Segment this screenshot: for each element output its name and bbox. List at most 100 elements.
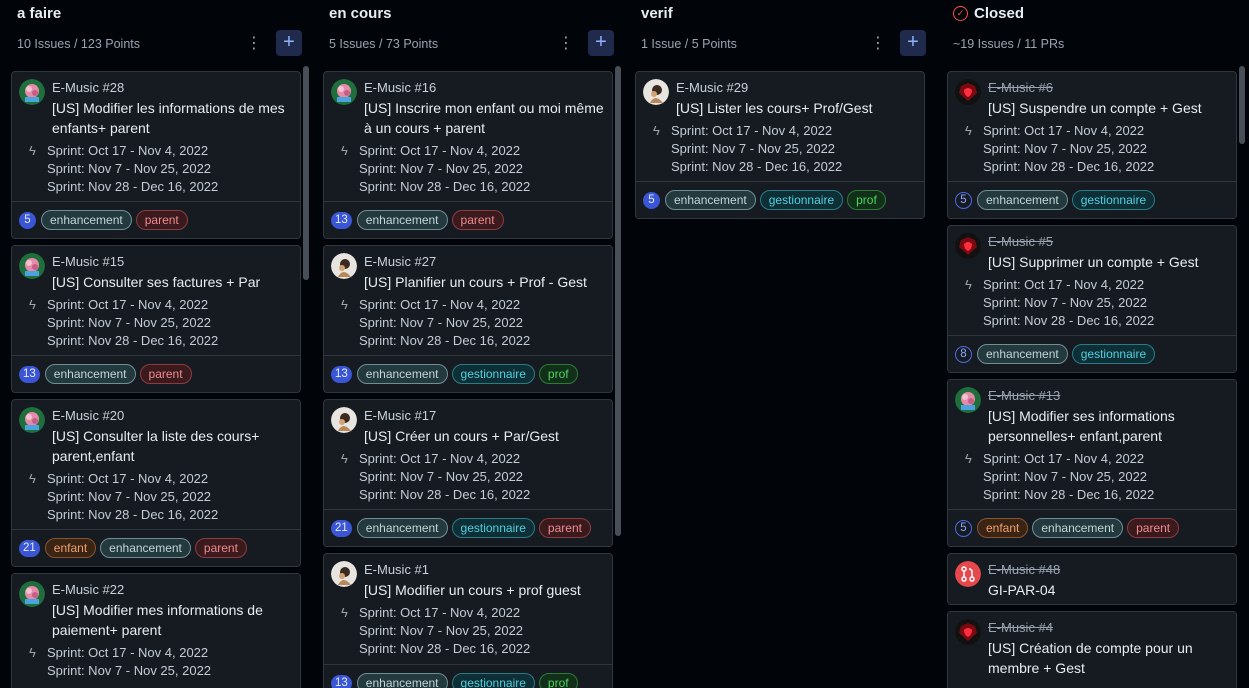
issue-repo-number[interactable]: E-Music #29 — [676, 80, 748, 95]
issue-repo-number[interactable]: E-Music #17 — [364, 408, 436, 423]
label-prof[interactable]: prof — [538, 673, 578, 688]
issue-title[interactable]: [US] Modifier un cours + prof guest — [364, 580, 612, 600]
issue-title[interactable]: [US] Créer un cours + Par/Gest — [364, 426, 612, 446]
issue-title[interactable]: [US] Supprimer un compte + Gest — [988, 252, 1236, 272]
label-parent[interactable]: parent — [135, 210, 188, 230]
issue-title[interactable]: [US] Suspendre un compte + Gest — [988, 98, 1236, 118]
issue-card[interactable]: E-Music #29 [US] Lister les cours+ Prof/… — [635, 71, 925, 219]
label-enhancement[interactable]: enhancement — [356, 210, 448, 230]
issue-card[interactable]: E-Music #16 [US] Inscrire mon enfant ou … — [323, 71, 613, 239]
issue-card[interactable]: E-Music #27 [US] Planifier un cours + Pr… — [323, 245, 613, 393]
label-enhancement[interactable]: enhancement — [356, 518, 448, 538]
label-enhancement[interactable]: enhancement — [1032, 518, 1124, 538]
issue-title[interactable]: [US] Modifier mes informations de paieme… — [52, 600, 300, 640]
issue-card[interactable]: E-Music #17 [US] Créer un cours + Par/Ge… — [323, 399, 613, 547]
issue-title[interactable]: [US] Modifier les informations de mes en… — [52, 98, 300, 138]
pull-request-card[interactable]: E-Music #48 GI-PAR-04 — [947, 553, 1237, 605]
avatar — [955, 79, 981, 105]
label-gestionnaire[interactable]: gestionnaire — [759, 190, 844, 210]
issue-repo-number[interactable]: E-Music #27 — [364, 254, 436, 269]
label-enfant[interactable]: enfant — [44, 538, 97, 558]
label-enhancement[interactable]: enhancement — [977, 190, 1068, 210]
issue-title[interactable]: [US] Lister les cours+ Prof/Gest — [676, 98, 924, 118]
issue-card[interactable]: E-Music #4 [US] Création de compte pour … — [947, 611, 1237, 688]
bolt-icon: ϟ — [29, 645, 36, 660]
card-footer: 21 enhancement gestionnaire parent — [324, 509, 612, 546]
label-enhancement[interactable]: enhancement — [41, 210, 132, 230]
label-enhancement[interactable]: enhancement — [100, 538, 191, 558]
issue-repo-number[interactable]: E-Music #13 — [988, 388, 1060, 403]
issue-repo-number[interactable]: E-Music #16 — [364, 80, 436, 95]
label-gestionnaire[interactable]: gestionnaire — [451, 518, 535, 538]
issue-repo-number[interactable]: E-Music #22 — [52, 582, 124, 597]
issue-repo-number[interactable]: E-Music #5 — [988, 234, 1053, 249]
bolt-icon: ϟ — [29, 143, 36, 158]
issue-card[interactable]: E-Music #6 [US] Suspendre un compte + Ge… — [947, 71, 1237, 219]
issue-repo-number[interactable]: E-Music #1 — [364, 562, 429, 577]
label-enhancement[interactable]: enhancement — [356, 364, 448, 384]
issue-title[interactable]: [US] Consulter la liste des cours+ paren… — [52, 426, 300, 466]
label-gestionnaire[interactable]: gestionnaire — [451, 364, 535, 384]
bolt-icon: ϟ — [965, 123, 972, 138]
sprint-list: ϟ Sprint: Oct 17 - Nov 4, 2022 Sprint: No… — [341, 450, 530, 504]
sprint-field: Sprint: Nov 28 - Dec 16, 2022 — [983, 313, 1155, 328]
points-badge: 5 — [643, 191, 660, 209]
avatar — [331, 253, 357, 279]
kebab-icon[interactable]: ⋮ — [244, 33, 264, 55]
points-badge: 5 — [19, 211, 36, 229]
issue-card[interactable]: E-Music #1 [US] Modifier un cours + prof… — [323, 553, 613, 688]
issue-card[interactable]: E-Music #22 [US] Modifier mes informatio… — [11, 573, 301, 688]
kebab-icon[interactable]: ⋮ — [868, 33, 888, 55]
label-prof[interactable]: prof — [847, 190, 886, 210]
points-badge: 13 — [19, 365, 40, 383]
issue-title[interactable]: [US] Planifier un cours + Prof - Gest — [364, 272, 612, 292]
issue-title[interactable]: [US] Création de compte pour un membre +… — [988, 638, 1236, 678]
label-gestionnaire[interactable]: gestionnaire — [1071, 190, 1156, 210]
issue-repo-number[interactable]: E-Music #20 — [52, 408, 124, 423]
column-scrollbar[interactable] — [1239, 66, 1245, 144]
issue-title[interactable]: [US] Consulter ses factures + Par — [52, 272, 300, 292]
issue-title[interactable]: [US] Modifier ses informations personnel… — [988, 406, 1236, 446]
sprint-field: Sprint: Nov 28 - Dec 16, 2022 — [983, 487, 1155, 502]
column-scrollbar[interactable] — [303, 66, 309, 280]
label-enfant[interactable]: enfant — [977, 518, 1029, 538]
label-enhancement[interactable]: enhancement — [977, 344, 1068, 364]
avatar — [955, 233, 981, 259]
bolt-icon: ϟ — [341, 451, 348, 466]
column-meta: 1 Issue / 5 Points — [641, 37, 737, 51]
label-enhancement[interactable]: enhancement — [44, 364, 136, 384]
label-parent[interactable]: parent — [194, 538, 247, 558]
label-parent[interactable]: parent — [451, 210, 504, 230]
add-item-button[interactable]: + — [588, 30, 614, 56]
add-item-button[interactable]: + — [900, 30, 926, 56]
issue-repo-number[interactable]: E-Music #48 — [988, 562, 1060, 577]
issue-card[interactable]: E-Music #15 [US] Consulter ses factures … — [11, 245, 301, 393]
column-scrollbar[interactable] — [615, 66, 621, 536]
card-footer: 5 enhancement gestionnaire — [948, 181, 1236, 218]
issue-title[interactable]: GI-PAR-04 — [988, 580, 1236, 600]
issue-repo-number[interactable]: E-Music #28 — [52, 80, 124, 95]
label-prof[interactable]: prof — [538, 364, 578, 384]
issue-repo-number[interactable]: E-Music #15 — [52, 254, 124, 269]
label-gestionnaire[interactable]: gestionnaire — [1071, 344, 1156, 364]
label-gestionnaire[interactable]: gestionnaire — [451, 673, 535, 688]
bolt-icon: ϟ — [341, 143, 348, 158]
sprint-list: ϟ Sprint: Oct 17 - Nov 4, 2022 Sprint: No… — [29, 644, 211, 680]
bolt-icon: ϟ — [29, 297, 36, 312]
issue-card[interactable]: E-Music #20 [US] Consulter la liste des … — [11, 399, 301, 567]
issue-card[interactable]: E-Music #28 [US] Modifier les informatio… — [11, 71, 301, 239]
issue-card[interactable]: E-Music #13 [US] Modifier ses informatio… — [947, 379, 1237, 547]
label-enhancement[interactable]: enhancement — [665, 190, 756, 210]
label-parent[interactable]: parent — [1127, 518, 1180, 538]
add-item-button[interactable]: + — [276, 30, 302, 56]
label-enhancement[interactable]: enhancement — [356, 673, 448, 688]
issue-card[interactable]: E-Music #5 [US] Supprimer un compte + Ge… — [947, 225, 1237, 373]
label-parent[interactable]: parent — [139, 364, 192, 384]
issue-repo-number[interactable]: E-Music #6 — [988, 80, 1053, 95]
kebab-icon[interactable]: ⋮ — [556, 33, 576, 55]
bolt-icon: ϟ — [653, 123, 660, 138]
sprint-field: Sprint: Nov 7 - Nov 25, 2022 — [983, 469, 1148, 484]
issue-title[interactable]: [US] Inscrire mon enfant ou moi même à u… — [364, 98, 612, 138]
label-parent[interactable]: parent — [538, 518, 591, 538]
issue-repo-number[interactable]: E-Music #4 — [988, 620, 1053, 635]
